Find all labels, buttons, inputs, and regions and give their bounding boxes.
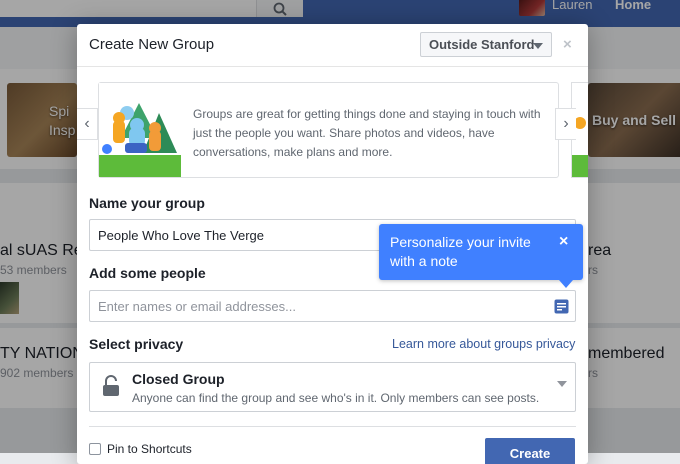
network-select[interactable]: Outside Stanford [420, 32, 552, 57]
privacy-learn-more-link[interactable]: Learn more about groups privacy [392, 337, 575, 351]
carousel-prev-button[interactable]: ‹ [77, 108, 98, 140]
create-button-label: Create [509, 446, 551, 461]
create-button[interactable]: Create [485, 438, 575, 464]
pin-to-shortcuts-checkbox[interactable] [89, 443, 101, 455]
close-icon[interactable]: × [559, 233, 568, 251]
promo-description: Groups are great for getting things done… [193, 107, 541, 159]
chevron-down-icon [533, 43, 543, 49]
add-people-label: Add some people [89, 265, 206, 281]
note-icon[interactable] [554, 299, 569, 314]
network-select-value: Outside Stanford [429, 37, 535, 52]
privacy-option-title: Closed Group [132, 371, 225, 387]
privacy-option-description: Anyone can find the group and see who's … [132, 391, 540, 405]
groups-illustration-icon [99, 83, 181, 177]
close-icon[interactable]: × [563, 36, 572, 53]
dialog-header: Create New Group Outside Stanford × [77, 24, 588, 67]
group-name-value: People Who Love The Verge [98, 227, 264, 243]
privacy-label: Select privacy [89, 336, 184, 352]
privacy-select[interactable]: Closed Group Anyone can find the group a… [89, 362, 576, 412]
dialog-divider [89, 426, 576, 427]
lock-icon [103, 375, 119, 396]
chevron-down-icon [557, 381, 567, 387]
groups-promo-card: Groups are great for getting things done… [98, 82, 559, 178]
tooltip-arrow [559, 280, 573, 288]
chevron-right-icon: › [563, 115, 569, 132]
carousel-next-button[interactable]: › [555, 108, 576, 140]
add-people-input[interactable]: Enter names or email addresses... [89, 290, 576, 322]
name-group-label: Name your group [89, 195, 205, 211]
chevron-left-icon: ‹ [84, 115, 90, 132]
dialog-title: Create New Group [89, 36, 215, 53]
pin-to-shortcuts-label[interactable]: Pin to Shortcuts [107, 442, 192, 456]
add-people-placeholder: Enter names or email addresses... [98, 298, 296, 314]
tooltip-text: Personalize your invite with a note [390, 234, 531, 269]
invite-note-tooltip: Personalize your invite with a note × [379, 224, 583, 288]
